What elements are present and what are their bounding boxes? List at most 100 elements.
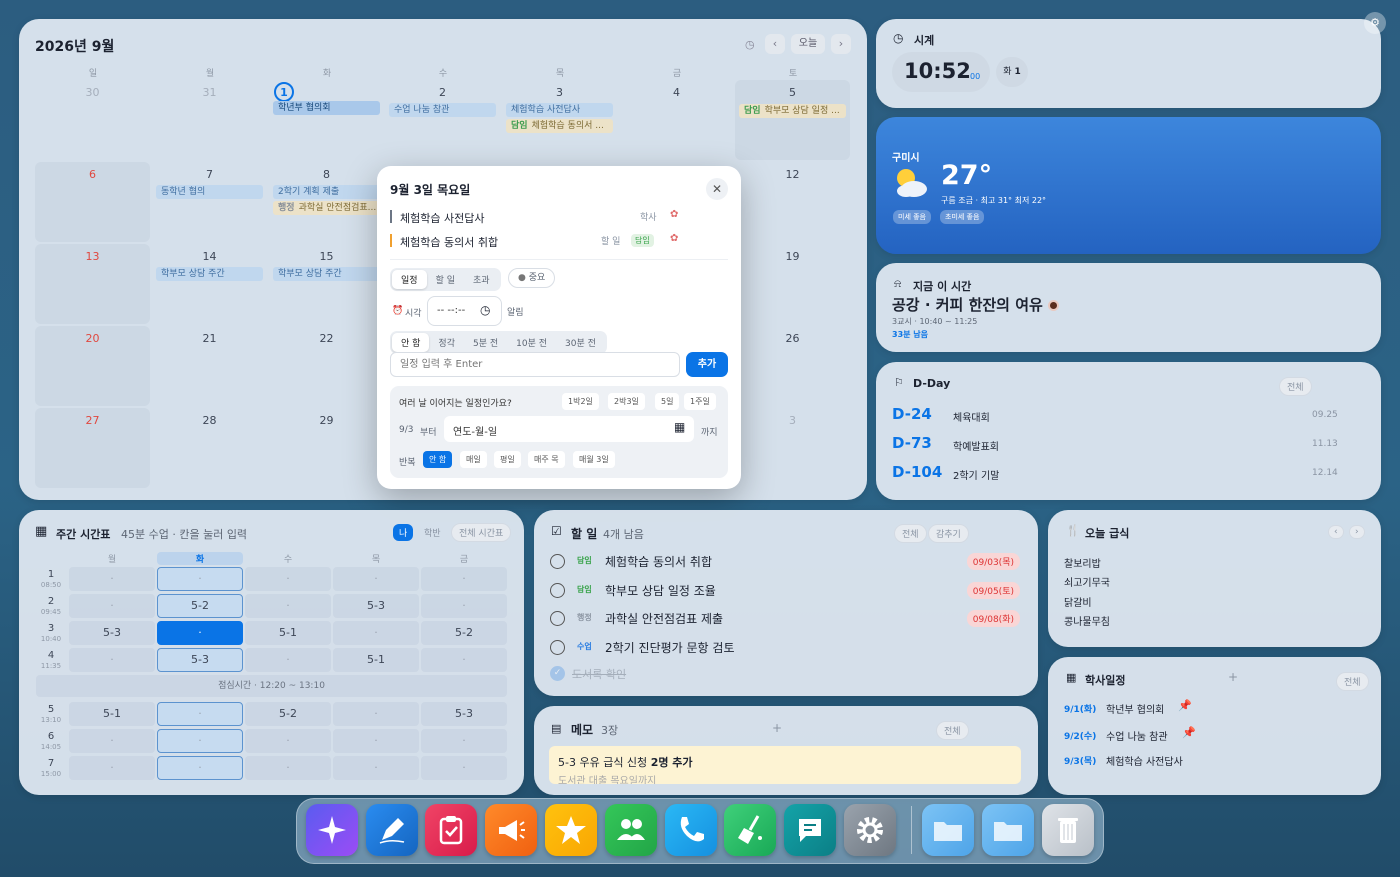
event-chip[interactable]: 학년부 협의회 [273, 101, 380, 115]
day-cell[interactable]: 3 체험학습 사전답사 담임 체험학습 동의서 ... [502, 80, 617, 160]
repeat-option[interactable]: 매일 [460, 451, 487, 468]
app-settings-button[interactable] [844, 804, 896, 856]
duration-option[interactable]: 2박3일 [608, 393, 645, 410]
timetable-cell[interactable]: · [157, 567, 243, 591]
timetable-cell[interactable]: 5-3 [421, 702, 507, 726]
timetable-cell[interactable]: · [421, 729, 507, 753]
day-cell[interactable]: 19 [735, 244, 850, 324]
day-cell[interactable]: 27 [35, 408, 150, 488]
checkbox[interactable] [550, 583, 565, 598]
close-button[interactable]: ✕ [706, 178, 728, 200]
timetable-cell[interactable]: 5-3 [333, 594, 419, 618]
day-cell-today[interactable]: 1 학년부 협의회 [269, 80, 384, 160]
event-chip[interactable]: 학부모 상담 주간 [273, 267, 380, 281]
timetable-cell[interactable]: 5-1 [333, 648, 419, 672]
day-cell[interactable]: 28 [152, 408, 267, 488]
checkbox[interactable] [550, 611, 565, 626]
todo-item[interactable]: 담임 체험학습 동의서 취합 09/03(목) [550, 551, 1020, 573]
timetable-cell[interactable]: · [421, 594, 507, 618]
day-cell[interactable]: 15 학부모 상담 주간 [269, 244, 384, 324]
prev-month-button[interactable]: ‹ [765, 34, 785, 54]
clock-small-icon[interactable]: ◷ [745, 38, 755, 51]
event-chip[interactable]: 동학년 협의 [156, 185, 263, 199]
checkbox[interactable] [550, 640, 565, 655]
tab-all-timetable[interactable]: 전체 시간표 [451, 523, 512, 542]
app-ai-button[interactable] [306, 804, 358, 856]
alarm-option[interactable]: 10분 전 [507, 333, 556, 352]
app-messages-button[interactable] [784, 804, 836, 856]
timetable-cell[interactable]: · [69, 729, 155, 753]
schedule-item[interactable]: 체험학습 사전답사 학사 ✿ [390, 209, 690, 227]
end-date-input[interactable]: 연도-월-일 ▦ [444, 416, 694, 442]
timetable-cell[interactable]: · [333, 729, 419, 753]
all-button[interactable]: 전체 [936, 721, 969, 740]
timetable-cell[interactable]: 5-2 [421, 621, 507, 645]
folder-button[interactable] [922, 804, 974, 856]
timetable-cell[interactable]: 5-2 [245, 702, 331, 726]
add-memo-button[interactable]: + [772, 721, 782, 735]
tab-todo[interactable]: 할 일 [427, 270, 464, 289]
timetable-cell[interactable]: · [245, 648, 331, 672]
tab-schedule[interactable]: 일정 [392, 270, 427, 289]
day-cell[interactable]: 3 [735, 408, 850, 488]
tab-class[interactable]: 학반 [418, 524, 447, 541]
schedule-input[interactable] [390, 352, 680, 377]
timetable-cell[interactable]: 5-1 [69, 702, 155, 726]
day-cell[interactable]: 21 [152, 326, 267, 406]
timetable-cell[interactable]: · [245, 594, 331, 618]
duration-option[interactable]: 1박2일 [562, 393, 599, 410]
all-button[interactable]: 전체 [894, 524, 927, 543]
day-cell[interactable]: 29 [269, 408, 384, 488]
app-todo-button[interactable] [425, 804, 477, 856]
timetable-cell[interactable]: · [69, 648, 155, 672]
event-chip[interactable]: 체험학습 사전답사 [506, 103, 613, 117]
app-phone-button[interactable] [665, 804, 717, 856]
repeat-option[interactable]: 평일 [494, 451, 521, 468]
repeat-option[interactable]: 매월 3일 [573, 451, 615, 468]
repeat-option[interactable]: 매주 목 [528, 451, 565, 468]
event-chip[interactable]: 수업 나눔 참관 [389, 103, 496, 117]
all-button[interactable]: 전체 [1279, 377, 1312, 396]
day-cell[interactable]: 30 [35, 80, 150, 160]
important-toggle[interactable]: ● 중요 [508, 268, 556, 288]
day-cell[interactable]: 2 수업 나눔 참관 [385, 80, 500, 160]
prev-day-button[interactable]: ‹ [1328, 525, 1344, 539]
day-cell[interactable]: 22 [269, 326, 384, 406]
pin-icon[interactable]: 📌 [1182, 726, 1196, 739]
trash-button[interactable] [1042, 804, 1094, 856]
timetable-cell[interactable]: · [333, 702, 419, 726]
timetable-cell[interactable]: 5-3 [69, 621, 155, 645]
next-month-button[interactable]: › [831, 34, 851, 54]
day-cell[interactable]: 31 [152, 80, 267, 160]
add-button[interactable]: 추가 [686, 352, 728, 377]
day-cell[interactable]: 6 [35, 162, 150, 242]
memo-note[interactable]: 5-3 우유 급식 신청 2명 추가 도서관 대출 목요일까지 [549, 746, 1021, 784]
duration-option[interactable]: 5일 [655, 393, 680, 410]
delete-icon[interactable]: ✿ [670, 233, 678, 244]
timetable-cell[interactable]: 5-3 [157, 648, 243, 672]
repeat-option[interactable]: 안 함 [423, 451, 453, 468]
todo-item[interactable]: 담임 학부모 상담 일정 조율 09/05(토) [550, 580, 1020, 602]
timetable-cell[interactable]: · [245, 729, 331, 753]
hide-button[interactable]: 감추기 [928, 524, 969, 543]
timetable-cell[interactable]: · [157, 702, 243, 726]
timetable-cell[interactable]: · [421, 567, 507, 591]
timetable-cell[interactable]: · [69, 567, 155, 591]
timetable-cell[interactable]: · [421, 756, 507, 780]
timetable-cell[interactable]: 5-2 [157, 594, 243, 618]
day-cell[interactable]: 7 동학년 협의 [152, 162, 267, 242]
next-day-button[interactable]: › [1349, 525, 1365, 539]
tab-overtime[interactable]: 초과 [464, 270, 499, 289]
event-chip[interactable]: 행정 과학실 안전점검표... [273, 201, 380, 215]
day-cell[interactable]: 14 학부모 상담 주간 [152, 244, 267, 324]
todo-item[interactable]: 수업 2학기 진단평가 문항 검토 [550, 637, 1020, 659]
day-cell[interactable]: 26 [735, 326, 850, 406]
checkbox[interactable] [550, 554, 565, 569]
delete-icon[interactable]: ✿ [670, 209, 678, 220]
app-notice-button[interactable] [485, 804, 537, 856]
timetable-cell[interactable]: · [69, 756, 155, 780]
app-cleaning-button[interactable] [724, 804, 776, 856]
app-favorites-button[interactable] [545, 804, 597, 856]
alarm-option[interactable]: 안 함 [392, 333, 430, 352]
todo-item[interactable]: 행정 과학실 안전점검표 제출 09/08(화) [550, 608, 1020, 630]
